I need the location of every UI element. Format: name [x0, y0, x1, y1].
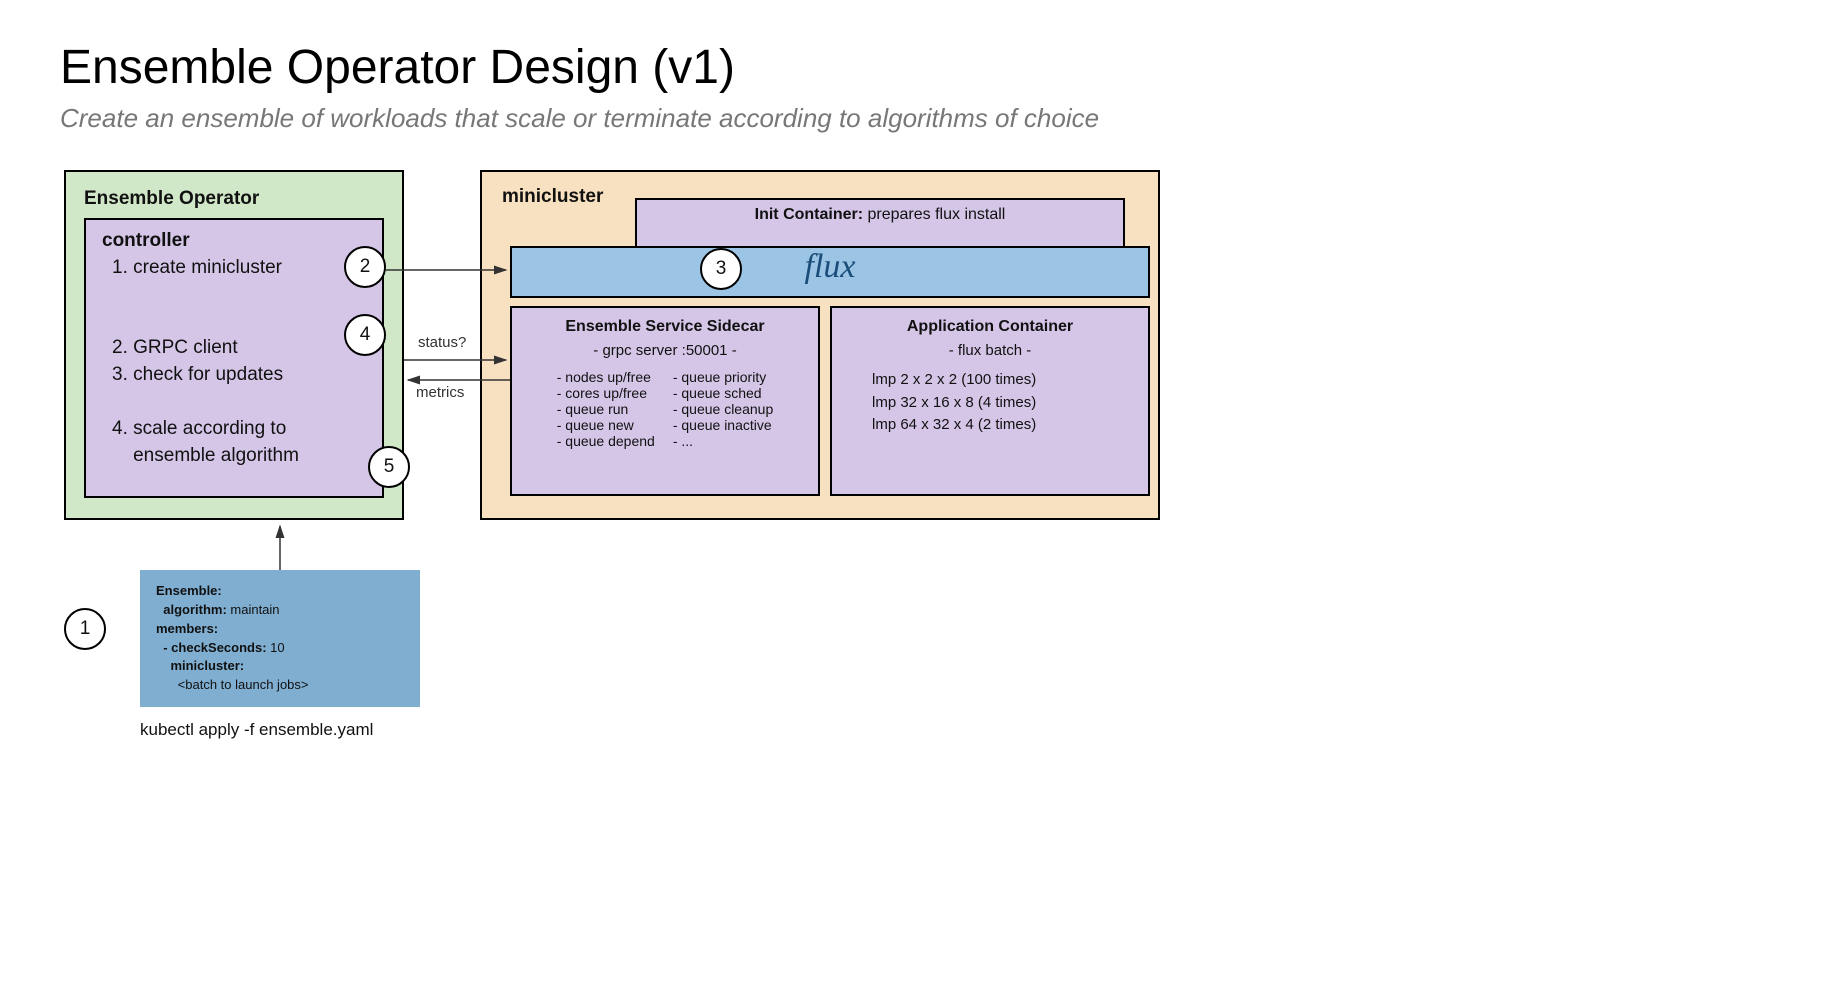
step-badge-5: 5 [368, 446, 410, 488]
application-container-box: Application Container - flux batch - lmp… [830, 306, 1150, 496]
controller-box: controller 1. create minicluster 2. GRPC… [84, 218, 384, 498]
yaml-line: <batch to launch jobs> [156, 677, 309, 692]
sidecar-metric: - queue inactive [673, 417, 773, 433]
yaml-spec-box: Ensemble: algorithm: maintain members: -… [140, 570, 420, 707]
controller-title: controller [102, 230, 366, 252]
sidecar-metric: - ... [673, 433, 773, 449]
controller-step-1: 1. create minicluster [112, 254, 366, 282]
init-container-box: Init Container: prepares flux install [635, 198, 1125, 248]
sidecar-title: Ensemble Service Sidecar [526, 318, 804, 336]
sidecar-metric: - cores up/free [557, 385, 655, 401]
flux-bar: flux [510, 246, 1150, 298]
diagram-canvas: Ensemble Operator controller 1. create m… [60, 170, 1460, 820]
step-badge-1: 1 [64, 608, 106, 650]
sidecar-col-1: - nodes up/free - cores up/free - queue … [557, 369, 655, 449]
step-badge-4: 4 [344, 314, 386, 356]
yaml-line: Ensemble: [156, 583, 222, 598]
sidecar-metric: - queue priority [673, 369, 773, 385]
yaml-line: - checkSeconds: [156, 640, 267, 655]
page-subtitle: Create an ensemble of workloads that sca… [60, 103, 1761, 134]
ensemble-operator-title: Ensemble Operator [84, 188, 384, 210]
flux-logo: flux [805, 248, 856, 285]
page-title: Ensemble Operator Design (v1) [60, 40, 1761, 95]
step-badge-2: 2 [344, 246, 386, 288]
step-badge-3: 3 [700, 248, 742, 290]
sidecar-sub: - grpc server :50001 - [526, 342, 804, 359]
sidecar-metric: - queue cleanup [673, 401, 773, 417]
sidecar-metric: - queue run [557, 401, 655, 417]
controller-step-4b: ensemble algorithm [112, 442, 366, 470]
sidecar-metric: - nodes up/free [557, 369, 655, 385]
app-job: lmp 2 x 2 x 2 (100 times) [872, 369, 1134, 392]
app-job: lmp 32 x 16 x 8 (4 times) [872, 392, 1134, 415]
yaml-line: minicluster: [156, 658, 244, 673]
init-container-desc: prepares flux install [863, 206, 1005, 223]
sidecar-metric: - queue new [557, 417, 655, 433]
arrow-label-metrics: metrics [416, 384, 464, 401]
kubectl-command: kubectl apply -f ensemble.yaml [140, 720, 373, 740]
ensemble-service-sidecar-box: Ensemble Service Sidecar - grpc server :… [510, 306, 820, 496]
sidecar-metric: - queue sched [673, 385, 773, 401]
init-container-label: Init Container: [755, 206, 863, 223]
app-job: lmp 64 x 32 x 4 (2 times) [872, 414, 1134, 437]
yaml-line: algorithm: [156, 602, 227, 617]
yaml-val: 10 [267, 640, 285, 655]
controller-step-3: 3. check for updates [112, 361, 366, 389]
arrow-label-status: status? [418, 334, 466, 351]
yaml-line: members: [156, 621, 218, 636]
yaml-val: maintain [227, 602, 280, 617]
app-title: Application Container [846, 318, 1134, 336]
sidecar-col-2: - queue priority - queue sched - queue c… [673, 369, 773, 449]
app-sub: - flux batch - [846, 342, 1134, 359]
controller-step-2: 2. GRPC client [112, 334, 366, 362]
controller-step-4a: 4. scale according to [112, 415, 366, 443]
sidecar-metric: - queue depend [557, 433, 655, 449]
